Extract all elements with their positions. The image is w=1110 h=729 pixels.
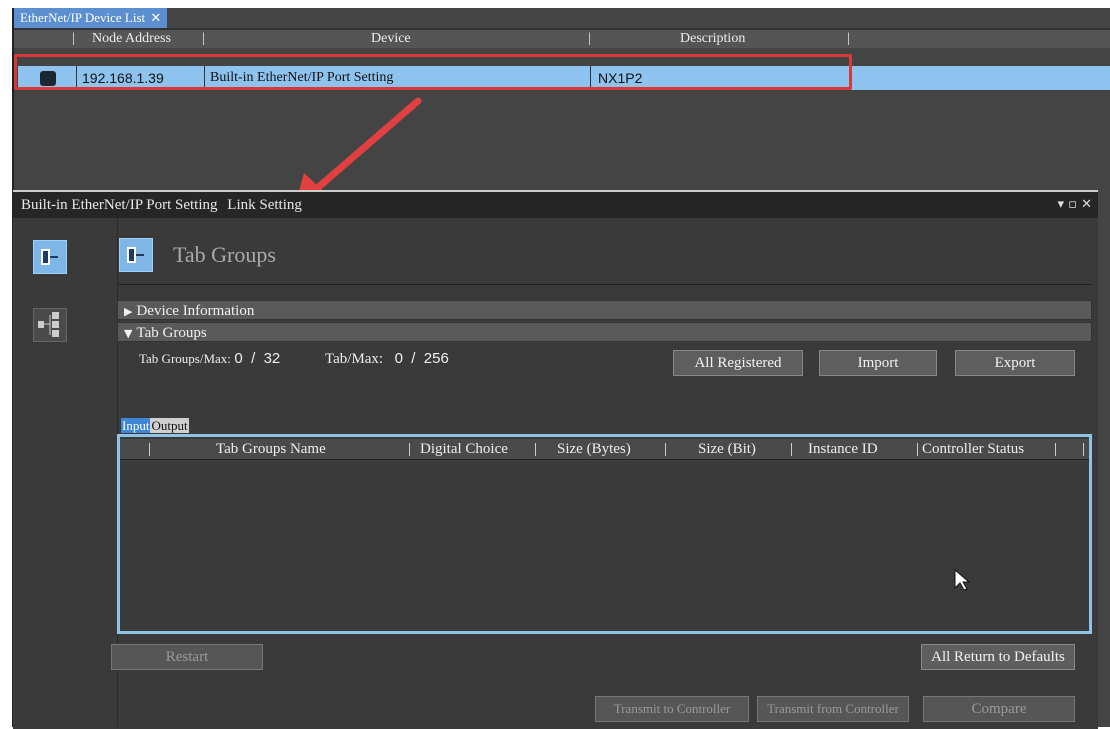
collapse-arrow-icon: ▼ <box>124 327 133 340</box>
divider <box>117 284 1092 285</box>
restart-button[interactable]: Restart <box>111 644 263 670</box>
import-button[interactable]: Import <box>819 350 937 376</box>
tab-count: Tab/Max: 0 / 256 <box>325 350 449 368</box>
col-sep: | <box>664 441 668 457</box>
all-registered-button[interactable]: All Registered <box>673 350 803 376</box>
window-title: Built-in EtherNet/IP Port Setting <box>21 197 218 213</box>
tab-groups-icon <box>119 238 153 272</box>
tab-output[interactable]: Output <box>150 418 189 433</box>
col-node-address[interactable]: Node Address <box>92 30 171 48</box>
col-sep: | <box>588 31 591 46</box>
section-device-information[interactable]: ▶ Device Information <box>117 300 1092 320</box>
main-content: Tab Groups ▶ Device Information ▼ Tab Grou… <box>111 218 1098 727</box>
col-sep: | <box>72 31 75 46</box>
col-sep: | <box>916 441 920 457</box>
expand-arrow-icon: ▶ <box>124 305 133 318</box>
tab-device-list[interactable]: EtherNet/IP Device List ✕ <box>14 8 168 28</box>
window-controls-icon[interactable]: ▾ ▫ ✕ <box>1058 192 1093 218</box>
col-digital-choice[interactable]: Digital Choice <box>420 439 508 459</box>
stat-value: 0 / 32 <box>234 350 281 367</box>
col-sep: | <box>408 441 412 457</box>
export-button[interactable]: Export <box>955 350 1075 376</box>
tab-groups-count: Tab Groups/Max: 0 / 32 <box>139 350 280 368</box>
connection-nav-icon[interactable] <box>33 308 67 342</box>
mouse-pointer-icon <box>954 568 971 591</box>
stat-value: 0 / 256 <box>394 350 449 367</box>
col-sep: | <box>1054 441 1058 457</box>
transmit-to-controller-button[interactable]: Transmit to Controller <box>595 696 749 722</box>
tab-label: EtherNet/IP Device List <box>20 10 146 25</box>
tab-input[interactable]: Input <box>121 418 151 433</box>
col-description[interactable]: Description <box>680 30 745 48</box>
col-sep: | <box>1082 441 1086 457</box>
col-sep: | <box>202 31 205 46</box>
io-tabs: Input Output <box>121 418 189 434</box>
compare-button[interactable]: Compare <box>923 696 1075 722</box>
col-device[interactable]: Device <box>371 30 411 48</box>
page-title: Tab Groups <box>173 242 276 267</box>
device-list-header: | Node Address | Device | Description | <box>14 30 1110 48</box>
col-controller-status[interactable]: Controller Status <box>922 439 1024 459</box>
col-sep: | <box>790 441 794 457</box>
col-size-bit[interactable]: Size (Bit) <box>698 439 756 459</box>
table-header: | Tab Groups Name | Digital Choice | Siz… <box>120 439 1089 460</box>
stat-label: Tab/Max: <box>325 351 384 367</box>
window-subtitle: Link Setting <box>227 197 302 213</box>
port-setting-window: Built-in EtherNet/IP Port Setting Link S… <box>13 190 1098 729</box>
col-instance-id[interactable]: Instance ID <box>808 439 878 459</box>
window-title-bar: Built-in EtherNet/IP Port Setting Link S… <box>13 192 1098 218</box>
left-nav <box>13 218 118 727</box>
highlight-box <box>14 54 852 90</box>
close-icon[interactable]: ✕ <box>150 11 161 26</box>
section-label: Tab Groups <box>136 325 207 341</box>
col-sep: | <box>148 441 152 457</box>
all-return-to-defaults-button[interactable]: All Return to Defaults <box>921 644 1075 670</box>
tab-groups-nav-icon[interactable] <box>33 240 67 274</box>
col-tab-groups-name[interactable]: Tab Groups Name <box>216 439 326 459</box>
section-tab-groups[interactable]: ▼ Tab Groups <box>117 322 1092 342</box>
tab-groups-table[interactable]: | Tab Groups Name | Digital Choice | Siz… <box>117 434 1092 634</box>
stat-label: Tab Groups/Max: <box>139 351 231 366</box>
col-sep: | <box>534 441 538 457</box>
transmit-from-controller-button[interactable]: Transmit from Controller <box>757 696 909 722</box>
col-sep: | <box>847 31 850 46</box>
col-size-bytes[interactable]: Size (Bytes) <box>557 439 631 459</box>
section-label: Device Information <box>136 303 255 319</box>
